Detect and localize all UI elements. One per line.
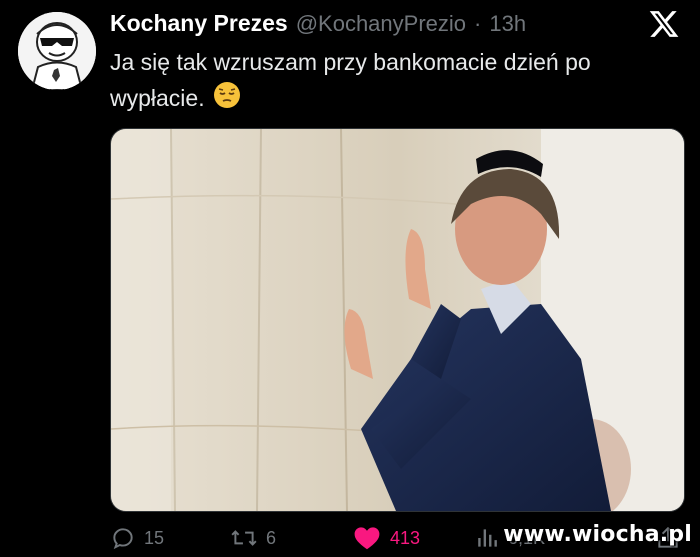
- photo-man-at-wall-image: [111, 129, 684, 511]
- author-handle[interactable]: @KochanyPrezio: [296, 11, 466, 37]
- heart-icon: [354, 527, 380, 550]
- watermark: www.wiocha.pl: [503, 522, 692, 547]
- tweet-header: Kochany Prezes @KochanyPrezio · 13h: [110, 10, 526, 40]
- repost-count: 6: [266, 527, 277, 548]
- timestamp[interactable]: 13h: [489, 11, 526, 37]
- tweet-body: Ja się tak wzruszam przy bankomacie dzie…: [110, 49, 591, 111]
- reply-count: 15: [144, 527, 165, 548]
- tweet-photo[interactable]: [110, 128, 685, 512]
- avatar[interactable]: [18, 12, 96, 90]
- tweet-text: Ja się tak wzruszam przy bankomacie dzie…: [110, 44, 670, 119]
- reply-icon: [113, 528, 133, 550]
- x-logo-icon[interactable]: [648, 8, 680, 40]
- reply-button[interactable]: 15: [110, 525, 164, 551]
- like-count: 413: [390, 527, 421, 548]
- pensive-face-icon: [213, 81, 241, 119]
- repost-icon: [231, 530, 257, 546]
- avatar-cartoon-image: [18, 12, 96, 90]
- like-button[interactable]: 413: [352, 525, 420, 551]
- separator-dot: ·: [474, 11, 482, 36]
- author-name[interactable]: Kochany Prezes: [110, 10, 288, 37]
- repost-button[interactable]: 6: [230, 525, 276, 551]
- analytics-icon: [478, 529, 497, 547]
